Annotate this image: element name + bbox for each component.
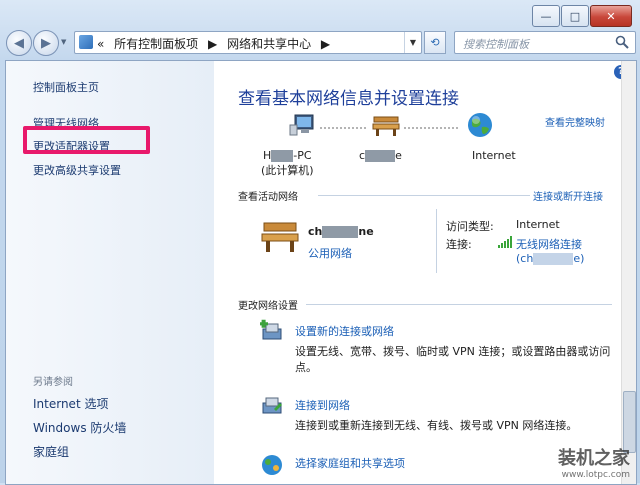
computer-name-start: H (263, 149, 272, 162)
setup-new-connection-desc-cont: 点。 (295, 361, 317, 374)
internet-node-label: Internet (472, 149, 516, 162)
active-networks-heading: 查看活动网络 (238, 192, 298, 203)
bench-icon (372, 116, 400, 136)
connect-to-network-link[interactable]: 连接到网络 (295, 397, 577, 413)
redacted-text (533, 253, 574, 265)
access-type-label: 访问类型: (446, 220, 494, 233)
maximize-button[interactable]: □ (561, 5, 589, 27)
windows-firewall-link[interactable]: Windows 防火墙 (33, 419, 126, 436)
wireless-connection-link[interactable]: 无线网络连接 (516, 236, 582, 252)
connect-to-network-desc: 连接到或重新连接到无线、有线、拨号或 VPN 网络连接。 (295, 419, 578, 432)
search-input[interactable]: 搜索控制面板 (463, 36, 529, 52)
breadcrumb-separator-icon[interactable]: ▶ (321, 37, 330, 51)
map-connector-icon (320, 127, 366, 129)
see-also-heading: 另请参阅 (33, 377, 73, 388)
forward-button[interactable]: ▶ (33, 30, 59, 56)
network-name-start: ch (308, 225, 323, 238)
breadcrumb-network-center[interactable]: 网络和共享中心 (227, 37, 311, 51)
search-box[interactable]: 搜索控制面板 (454, 31, 636, 54)
network-node-label: ce (359, 149, 402, 162)
breadcrumb: « 所有控制面板项 ▶ 网络和共享中心 ▶ (97, 35, 336, 52)
globe-icon (468, 113, 492, 137)
highlight-box (23, 126, 150, 154)
divider (318, 195, 530, 196)
connect-disconnect-link[interactable]: 连接或断开连接 (533, 188, 603, 203)
wireless-signal-icon (498, 236, 512, 248)
setup-new-connection-link[interactable]: 设置新的连接或网络 (295, 323, 610, 339)
redacted-text (365, 150, 396, 162)
back-button[interactable]: ◀ (6, 30, 32, 56)
control-panel-icon (79, 35, 93, 49)
breadcrumb-chevron[interactable]: « (97, 37, 104, 51)
vertical-divider (436, 209, 437, 273)
active-network-name: ch ne (308, 225, 374, 238)
vertical-scrollbar[interactable] (621, 61, 636, 484)
map-connector-icon (404, 127, 460, 129)
window-frame: — □ ✕ ◀ ▶ ▼ « 所有控制面板项 ▶ 网络和共享中心 ▶ ▼ ⟲ 搜索… (0, 0, 640, 485)
redacted-text (271, 150, 294, 162)
watermark-logo: 装机之家 www.lotpc.com (558, 444, 630, 480)
setup-new-connection-desc: 设置无线、宽带、拨号、临时或 VPN 连接；或设置路由器或访问 (295, 345, 611, 358)
breadcrumb-all-items[interactable]: 所有控制面板项 (114, 37, 198, 51)
computer-node-label: H -PC (此计算机) (261, 149, 314, 178)
address-bar[interactable]: « 所有控制面板项 ▶ 网络和共享中心 ▶ ▼ (74, 31, 422, 54)
homegroup-link[interactable]: 家庭组 (33, 443, 69, 460)
address-dropdown-icon[interactable]: ▼ (404, 32, 421, 53)
task-pane: 控制面板主页 管理无线网络 更改适配器设置 更改高级共享设置 另请参阅 Inte… (6, 61, 214, 484)
search-icon[interactable] (615, 35, 629, 49)
ssid-end: e) (573, 252, 585, 265)
minimize-button[interactable]: — (532, 5, 560, 27)
watermark-text: 装机之家 (558, 448, 630, 469)
task-connect-network: 连接到网络 连接到或重新连接到无线、有线、拨号或 VPN 网络连接。 (295, 397, 577, 434)
refresh-icon: ⟲ (430, 36, 440, 49)
access-type-value: Internet (516, 218, 560, 231)
this-computer-label: (此计算机) (261, 164, 314, 177)
wireless-connection-ssid[interactable]: (ch e) (516, 252, 584, 265)
network-bench-icon (261, 222, 299, 252)
task-homegroup: 选择家庭组和共享选项 (295, 455, 405, 471)
network-name-end: ne (358, 225, 374, 238)
computer-name-end: -PC (293, 149, 312, 162)
advanced-sharing-link[interactable]: 更改高级共享设置 (33, 162, 121, 178)
forward-arrow-icon: ▶ (41, 35, 51, 51)
network-type-link[interactable]: 公用网络 (308, 245, 352, 261)
divider (306, 304, 612, 305)
view-full-map-link[interactable]: 查看完整映射 (545, 114, 605, 129)
network-name-end: e (395, 149, 402, 162)
connect-network-icon (262, 397, 282, 414)
control-panel-home-link[interactable]: 控制面板主页 (33, 79, 99, 95)
watermark-url: www.lotpc.com (561, 470, 630, 480)
page-title: 查看基本网络信息并设置连接 (238, 89, 459, 109)
new-connection-icon (260, 319, 282, 340)
caption-buttons: — □ ✕ (531, 5, 632, 27)
homegroup-sharing-link[interactable]: 选择家庭组和共享选项 (295, 455, 405, 471)
close-button[interactable]: ✕ (590, 5, 632, 27)
navigation-bar: ◀ ▶ ▼ « 所有控制面板项 ▶ 网络和共享中心 ▶ ▼ ⟲ 搜索控制面板 (6, 30, 636, 56)
task-new-connection: 设置新的连接或网络 设置无线、宽带、拨号、临时或 VPN 连接；或设置路由器或访… (295, 323, 610, 376)
content-area: 控制面板主页 管理无线网络 更改适配器设置 更改高级共享设置 另请参阅 Inte… (5, 60, 637, 485)
internet-options-link[interactable]: Internet 选项 (33, 395, 108, 412)
ssid-start: (ch (516, 252, 534, 265)
redacted-text (322, 226, 359, 238)
change-settings-heading: 更改网络设置 (238, 301, 298, 312)
connections-label: 连接: (446, 238, 472, 251)
breadcrumb-separator-icon[interactable]: ▶ (208, 37, 217, 51)
refresh-button[interactable]: ⟲ (424, 31, 446, 54)
recent-pages-dropdown-icon[interactable]: ▼ (61, 38, 66, 46)
homegroup-icon (262, 455, 282, 475)
back-arrow-icon: ◀ (14, 35, 24, 51)
